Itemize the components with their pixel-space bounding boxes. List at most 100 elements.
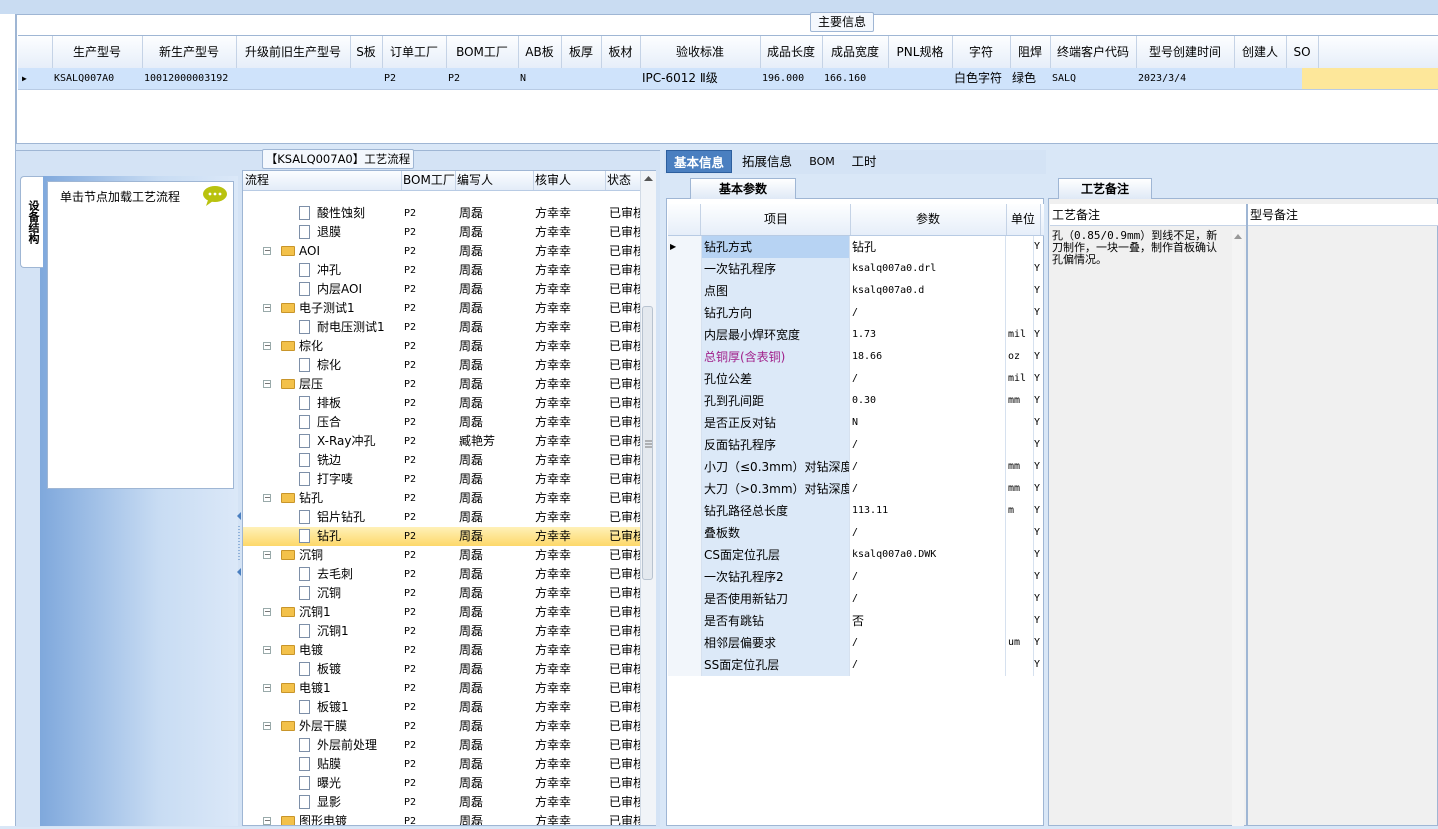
- param-row[interactable]: 点图 ksalq007a0.d Y: [668, 280, 1040, 302]
- param-value[interactable]: ksalq007a0.drl: [850, 258, 1006, 280]
- column-header[interactable]: 板厚: [561, 36, 602, 68]
- tree-row[interactable]: 酸性蚀刻 P2 周磊 方幸幸 已审核: [243, 204, 641, 223]
- tree-row[interactable]: 板镀 P2 周磊 方幸幸 已审核: [243, 660, 641, 679]
- collapse-icon[interactable]: −: [263, 247, 271, 255]
- param-value[interactable]: /: [850, 522, 1006, 544]
- tree-column-header[interactable]: BOM工厂: [401, 171, 456, 190]
- tree-row[interactable]: − 电子测试1 P2 周磊 方幸幸 已审核: [243, 299, 641, 318]
- basic-params-tab[interactable]: 基本参数: [690, 178, 796, 199]
- param-value[interactable]: 钻孔: [850, 236, 1006, 258]
- tree-row[interactable]: 外层前处理 P2 周磊 方幸幸 已审核: [243, 736, 641, 755]
- grid-cell[interactable]: [603, 68, 642, 89]
- collapse-icon[interactable]: −: [263, 646, 271, 654]
- column-header[interactable]: 字符: [952, 36, 1011, 68]
- tree-row[interactable]: − 沉铜1 P2 周磊 方幸幸 已审核: [243, 603, 641, 622]
- param-value[interactable]: ksalq007a0.DWK: [850, 544, 1006, 566]
- grid-cell[interactable]: [352, 68, 384, 89]
- tab-basic-info[interactable]: 基本信息: [666, 150, 732, 173]
- param-value[interactable]: N: [850, 412, 1006, 434]
- collapse-icon[interactable]: −: [263, 817, 271, 825]
- process-notes-tab[interactable]: 工艺备注: [1058, 178, 1152, 199]
- tree-row[interactable]: 显影 P2 周磊 方幸幸 已审核: [243, 793, 641, 812]
- param-row[interactable]: 孔到孔间距 0.30 mm Y: [668, 390, 1040, 412]
- grid-cell[interactable]: 196.000: [762, 68, 824, 89]
- param-row[interactable]: 一次钻孔程序 ksalq007a0.drl Y: [668, 258, 1040, 280]
- tree-row[interactable]: − 沉铜 P2 周磊 方幸幸 已审核: [243, 546, 641, 565]
- tree-row[interactable]: 贴膜 P2 周磊 方幸幸 已审核: [243, 755, 641, 774]
- tree-row[interactable]: 铝片钻孔 P2 周磊 方幸幸 已审核: [243, 508, 641, 527]
- tree-row[interactable]: 沉铜 P2 周磊 方幸幸 已审核: [243, 584, 641, 603]
- tree-row[interactable]: 冲孔 P2 周磊 方幸幸 已审核: [243, 261, 641, 280]
- tree-row[interactable]: 退膜 P2 周磊 方幸幸 已审核: [243, 223, 641, 242]
- grid-cell[interactable]: 白色字符: [954, 68, 1012, 89]
- column-header[interactable]: 终端客户代码: [1050, 36, 1137, 68]
- param-value[interactable]: /: [850, 434, 1006, 456]
- column-header[interactable]: 阻焊: [1010, 36, 1051, 68]
- param-column-header[interactable]: 单位: [1006, 204, 1041, 235]
- tree-row[interactable]: 曝光 P2 周磊 方幸幸 已审核: [243, 774, 641, 793]
- column-header[interactable]: SO: [1286, 36, 1319, 68]
- param-row[interactable]: 是否正反对钻 N Y: [668, 412, 1040, 434]
- param-value[interactable]: /: [850, 654, 1006, 676]
- param-column-header[interactable]: 项目: [702, 204, 851, 235]
- tree-scroll-thumb[interactable]: [642, 306, 653, 580]
- column-header[interactable]: BOM工厂: [446, 36, 519, 68]
- collapse-icon[interactable]: −: [263, 608, 271, 616]
- chat-bubble-icon[interactable]: [202, 185, 228, 207]
- param-row[interactable]: 钻孔路径总长度 113.11 m Y: [668, 500, 1040, 522]
- tree-row[interactable]: 排板 P2 周磊 方幸幸 已审核: [243, 394, 641, 413]
- param-row[interactable]: 一次钻孔程序2/ Y: [668, 566, 1040, 588]
- collapse-icon[interactable]: −: [263, 551, 271, 559]
- param-value[interactable]: 1.73: [850, 324, 1006, 346]
- param-row[interactable]: 钻孔方向 / Y: [668, 302, 1040, 324]
- param-row[interactable]: 反面钻孔程序 / Y: [668, 434, 1040, 456]
- param-row[interactable]: 是否使用新钻刀 / Y: [668, 588, 1040, 610]
- column-header[interactable]: 验收标准: [640, 36, 761, 68]
- param-value[interactable]: /: [850, 456, 1006, 478]
- process-note-text[interactable]: 孔（0.85/0.9mm）到线不足，新刀制作，一块一叠，制作首板确认孔偏情况。: [1052, 230, 1224, 266]
- param-value[interactable]: /: [850, 566, 1006, 588]
- param-row[interactable]: 小刀（≤0.3mm）对钻深度 / mm Y: [668, 456, 1040, 478]
- param-value[interactable]: /: [850, 632, 1006, 654]
- collapse-icon[interactable]: −: [263, 304, 271, 312]
- param-row[interactable]: 相邻层偏要求 / um Y: [668, 632, 1040, 654]
- tree-row[interactable]: − 棕化 P2 周磊 方幸幸 已审核: [243, 337, 641, 356]
- tree-row[interactable]: 沉铜1 P2 周磊 方幸幸 已审核: [243, 622, 641, 641]
- param-row[interactable]: 内层最小焊环宽度 1.73 mil Y: [668, 324, 1040, 346]
- param-row[interactable]: 孔位公差 / mil Y: [668, 368, 1040, 390]
- grid-cell[interactable]: KSALQ007A0: [54, 68, 144, 89]
- tree-column-header[interactable]: 编写人: [455, 171, 534, 190]
- param-value[interactable]: 113.11: [850, 500, 1006, 522]
- tab-extended-info[interactable]: 拓展信息: [734, 150, 800, 173]
- tab-bom[interactable]: BOM: [804, 150, 840, 173]
- tab-work-hours[interactable]: 工时: [844, 150, 884, 173]
- tree-row[interactable]: 板镀1 P2 周磊 方幸幸 已审核: [243, 698, 641, 717]
- collapse-icon[interactable]: −: [263, 380, 271, 388]
- collapse-icon[interactable]: −: [263, 494, 271, 502]
- grid-cell[interactable]: [890, 68, 954, 89]
- param-value[interactable]: 18.66: [850, 346, 1006, 368]
- column-header[interactable]: 生产型号: [52, 36, 143, 68]
- tree-row[interactable]: 去毛刺 P2 周磊 方幸幸 已审核: [243, 565, 641, 584]
- param-value[interactable]: ksalq007a0.d: [850, 280, 1006, 302]
- column-header[interactable]: 板材: [601, 36, 641, 68]
- tree-row[interactable]: − 电镀 P2 周磊 方幸幸 已审核: [243, 641, 641, 660]
- grid-cell[interactable]: N: [520, 68, 563, 89]
- column-header[interactable]: 创建人: [1234, 36, 1287, 68]
- main-grid-row[interactable]: ▶ KSALQ007A0 10012000003192 P2 P2 N IPC-6012 Ⅱ…: [18, 68, 1438, 90]
- param-value[interactable]: /: [850, 302, 1006, 324]
- tree-row[interactable]: X-Ray冲孔 P2 臧艳芳 方幸幸 已审核: [243, 432, 641, 451]
- grid-cell[interactable]: 10012000003192: [144, 68, 238, 89]
- tree-row[interactable]: 内层AOI P2 周磊 方幸幸 已审核: [243, 280, 641, 299]
- param-row[interactable]: ▶ 钻孔方式 钻孔 Y: [668, 236, 1040, 258]
- tree-row[interactable]: − 外层干膜 P2 周磊 方幸幸 已审核: [243, 717, 641, 736]
- column-header[interactable]: 新生产型号: [142, 36, 237, 68]
- param-column-header[interactable]: 参数: [850, 204, 1007, 235]
- param-row[interactable]: 总铜厚(含表铜) 18.66 oz Y: [668, 346, 1040, 368]
- collapse-icon[interactable]: −: [263, 342, 271, 350]
- tree-column-header[interactable]: 核审人: [533, 171, 606, 190]
- param-value[interactable]: 否: [850, 610, 1006, 632]
- grid-cell[interactable]: P2: [448, 68, 520, 89]
- tree-row[interactable]: − AOI P2 周磊 方幸幸 已审核: [243, 242, 641, 261]
- param-value[interactable]: 0.30: [850, 390, 1006, 412]
